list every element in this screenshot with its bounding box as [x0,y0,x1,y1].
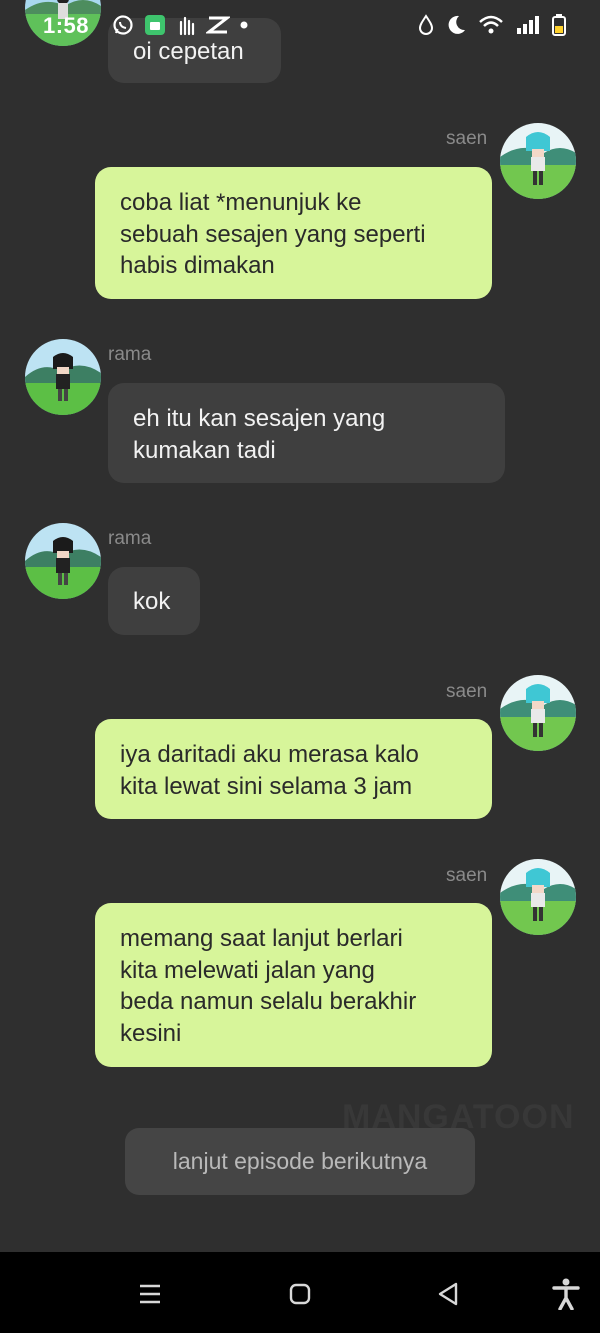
avatar-picture [500,859,576,935]
sender-name: saen [446,865,488,886]
avatar[interactable] [25,339,101,415]
gesture-icon [179,16,195,36]
avatar-picture [25,523,101,599]
message-bubble: kok [108,567,200,635]
avatar-picture [500,675,576,751]
capcut-icon [206,16,230,34]
sender-name: saen [446,128,488,149]
status-icons-left [112,14,248,36]
menu-icon[interactable] [130,1274,170,1314]
status-bar: 1:58 [0,0,600,56]
avatar[interactable] [500,675,576,751]
back-icon[interactable] [428,1274,468,1314]
signal-icon [517,16,539,34]
moon-icon [448,15,465,34]
sender-name: rama [108,344,152,365]
home-icon[interactable] [280,1274,320,1314]
accessibility-icon[interactable] [546,1274,586,1314]
whatsapp-icon [113,15,133,35]
navigation-bar [0,1252,600,1333]
message-bubble: eh itu kan sesajen yang kumakan tadi [108,383,505,483]
message-bubble: coba liat *menunjuk ke sebuah sesajen ya… [95,167,492,299]
avatar-picture [500,123,576,199]
message-bubble: memang saat lanjut berlari kita melewati… [95,903,492,1067]
sender-name: rama [108,528,152,549]
status-time: 1:58 [43,13,90,38]
avatar-picture [25,339,101,415]
app-icon [145,15,165,35]
battery-icon [552,14,566,36]
status-icons-right [418,14,566,36]
message-bubble: iya daritadi aku merasa kalo kita lewat … [95,719,492,819]
sender-name: saen [446,681,488,702]
wifi-icon [479,15,503,34]
drop-icon [418,14,434,35]
next-episode-button[interactable]: lanjut episode berikutnya [125,1128,475,1195]
dot-icon [240,21,248,29]
avatar[interactable] [25,523,101,599]
avatar[interactable] [500,123,576,199]
avatar[interactable] [500,859,576,935]
